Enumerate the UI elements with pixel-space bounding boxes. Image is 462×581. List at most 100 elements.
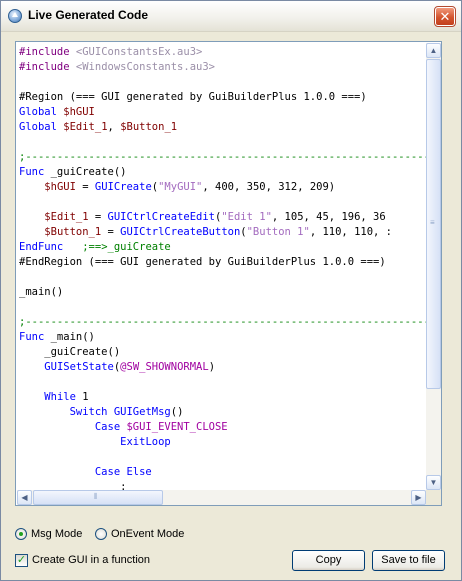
create-gui-function-label[interactable]: Create GUI in a function: [32, 554, 150, 566]
code-token: ,: [107, 121, 121, 133]
code-line: $Button_1 = GUICtrlCreateButton("Button …: [19, 225, 426, 240]
msg-mode-radio[interactable]: [15, 528, 27, 541]
code-line: _guiCreate(): [19, 345, 426, 360]
code-token: #EndRegion: [19, 256, 89, 268]
live-code-window: Live Generated Code ✕ #include <GUIConst…: [0, 0, 462, 581]
title-bar[interactable]: Live Generated Code ✕: [1, 1, 461, 32]
vertical-scrollbar[interactable]: ▲ ≡ ▼: [426, 43, 441, 490]
code-token: :: [19, 481, 127, 490]
code-token: "Edit 1": [221, 211, 272, 223]
onevent-mode-option[interactable]: [95, 528, 107, 541]
code-token: While: [44, 391, 83, 403]
scroll-right-arrow-icon: ▶: [415, 493, 422, 502]
code-token: $Edit_1: [44, 211, 89, 223]
scroll-left-button[interactable]: ◀: [17, 490, 32, 505]
code-text-area[interactable]: #include <GUIConstantsEx.au3> #include <W…: [17, 43, 426, 490]
code-token: #Region: [19, 91, 70, 103]
code-token: (=== GUI generated by GuiBuilderPlus 1.0…: [69, 91, 367, 103]
code-line: GUISetState(@SW_SHOWNORMAL): [19, 360, 426, 375]
scroll-right-button[interactable]: ▶: [411, 490, 426, 505]
code-token: $Button_1: [120, 121, 178, 133]
code-editor[interactable]: #include <GUIConstantsEx.au3> #include <W…: [15, 41, 442, 506]
code-line: While 1: [19, 390, 426, 405]
scroll-down-arrow-icon: ▼: [429, 478, 438, 487]
code-line: Global $Edit_1, $Button_1: [19, 120, 426, 135]
code-line: #EndRegion (=== GUI generated by GuiBuil…: [19, 255, 426, 270]
code-line: Case Else: [19, 465, 426, 480]
code-token: _main(): [50, 331, 95, 343]
create-gui-function-checkbox[interactable]: ✓: [15, 554, 28, 567]
code-token: EndFunc: [19, 241, 64, 253]
horizontal-scrollbar[interactable]: ◀ ⦀ ▶: [17, 490, 426, 505]
msg-mode-label[interactable]: Msg Mode: [31, 528, 82, 540]
code-token: , 110, 110, :: [309, 226, 393, 238]
grip-icon: ⦀: [94, 492, 98, 501]
code-token: Global: [19, 121, 64, 133]
code-line: :: [19, 480, 426, 490]
code-line: _main(): [19, 285, 426, 300]
close-button[interactable]: ✕: [434, 6, 456, 27]
code-line: EndFunc ;==>_guiCreate: [19, 240, 426, 255]
code-token: _main(): [19, 286, 64, 298]
code-token: ): [208, 361, 216, 373]
horizontal-scroll-thumb[interactable]: ⦀: [33, 490, 163, 505]
scroll-up-arrow-icon: ▲: [429, 46, 438, 55]
save-to-file-button[interactable]: Save to file: [372, 550, 445, 571]
code-token: (): [170, 406, 184, 418]
code-token: 1: [82, 391, 89, 403]
code-token: "Button 1": [246, 226, 310, 238]
code-token: <WindowsConstants.au3>: [75, 61, 215, 73]
code-line: ;---------------------------------------…: [19, 315, 426, 330]
checkmark-icon: ✓: [16, 554, 27, 566]
code-token: GUIGetMsg: [113, 406, 171, 418]
code-token: ExitLoop: [120, 436, 171, 448]
copy-button[interactable]: Copy: [292, 550, 365, 571]
code-token: <GUIConstantsEx.au3>: [75, 46, 203, 58]
code-line: Case $GUI_EVENT_CLOSE: [19, 420, 426, 435]
code-token: $hGUI: [44, 181, 76, 193]
close-icon: ✕: [439, 9, 451, 24]
code-token: =: [88, 211, 108, 223]
code-line: Func _guiCreate(): [19, 165, 426, 180]
code-line: Global $hGUI: [19, 105, 426, 120]
code-token: $Button_1: [44, 226, 102, 238]
code-token: #include: [19, 46, 76, 58]
code-line: #Region (=== GUI generated by GuiBuilder…: [19, 90, 426, 105]
code-token: ;==>_guiCreate: [82, 241, 171, 253]
code-token: GUICtrlCreateButton: [120, 226, 241, 238]
scroll-up-button[interactable]: ▲: [426, 43, 441, 58]
msg-mode-option[interactable]: [15, 528, 27, 541]
code-token: GUISetState: [44, 361, 114, 373]
code-line: Func _main(): [19, 330, 426, 345]
code-line: ;---------------------------------------…: [19, 150, 426, 165]
code-token: Case Else: [94, 466, 152, 478]
code-token: Switch: [69, 406, 114, 418]
code-line: $hGUI = GUICreate("MyGUI", 400, 350, 312…: [19, 180, 426, 195]
onevent-mode-label[interactable]: OnEvent Mode: [111, 528, 184, 540]
code-line: #include <GUIConstantsEx.au3>: [19, 45, 426, 60]
code-token: _guiCreate(): [19, 346, 121, 358]
code-line: ExitLoop: [19, 435, 426, 450]
scroll-down-button[interactable]: ▼: [426, 475, 441, 490]
vertical-scroll-thumb[interactable]: ≡: [426, 59, 441, 389]
code-token: $GUI_EVENT_CLOSE: [126, 421, 228, 433]
code-token: Case: [94, 421, 127, 433]
scroll-corner: [426, 490, 441, 505]
window-title: Live Generated Code: [28, 8, 149, 22]
code-token: =: [101, 226, 121, 238]
scroll-left-arrow-icon: ◀: [21, 493, 28, 502]
onevent-mode-radio[interactable]: [95, 528, 107, 541]
